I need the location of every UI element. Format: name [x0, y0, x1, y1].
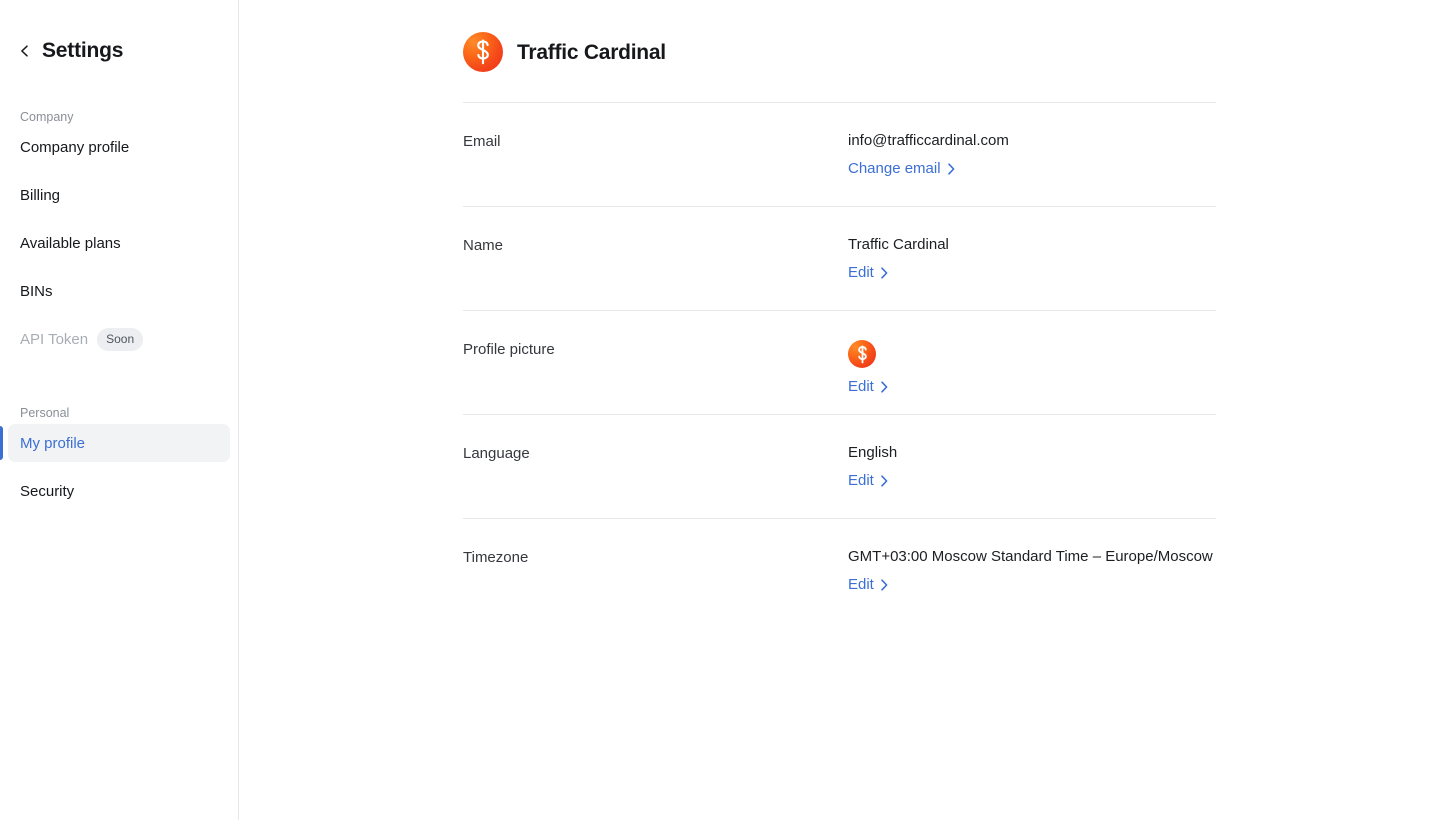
chevron-right-icon: [947, 163, 954, 175]
profile-row-email: Email info@trafficcardinal.com Change em…: [463, 102, 1216, 206]
sidebar-item-label: API Token: [20, 330, 89, 348]
row-label: Timezone: [463, 549, 529, 566]
settings-app: Settings Company Company profile Billing…: [0, 0, 1440, 820]
row-label: Name: [463, 237, 504, 254]
row-label: Language: [463, 445, 530, 462]
main-content: Traffic Cardinal Email info@trafficcardi…: [239, 0, 1440, 820]
edit-timezone-link[interactable]: Edit: [848, 576, 889, 594]
page-title-settings: Settings: [42, 38, 124, 62]
row-label: Profile picture: [463, 341, 555, 358]
profile-settings-list: Email info@trafficcardinal.com Change em…: [463, 102, 1216, 622]
sidebar-item-label: Company profile: [20, 138, 130, 156]
sidebar-item-security[interactable]: Security: [8, 472, 230, 510]
change-email-link[interactable]: Change email: [848, 160, 956, 178]
sidebar-item-label: Security: [20, 482, 75, 500]
sidebar-item-label: My profile: [20, 434, 86, 452]
sidebar-section-company: Company Company profile Billing Availabl…: [0, 106, 238, 358]
sidebar-item-label: BINs: [20, 282, 53, 300]
sidebar-item-label: Billing: [20, 186, 61, 204]
page-title-account: Traffic Cardinal: [517, 40, 666, 64]
sidebar-item-company-profile[interactable]: Company profile: [8, 128, 230, 166]
chevron-right-icon: [881, 381, 888, 393]
language-value: English: [848, 444, 898, 461]
profile-row-name: Name Traffic Cardinal Edit: [463, 206, 1216, 310]
traffic-cardinal-logo-icon: [463, 32, 503, 72]
row-value: GMT+03:00 Moscow Standard Time – Europe/…: [848, 548, 1216, 594]
edit-picture-label: Edit: [848, 378, 874, 395]
chevron-right-icon: [881, 475, 888, 487]
profile-row-language: Language English Edit: [463, 414, 1216, 518]
row-value: info@trafficcardinal.com Change email: [848, 132, 1216, 178]
sidebar-item-available-plans[interactable]: Available plans: [8, 224, 230, 262]
sidebar-item-billing[interactable]: Billing: [8, 176, 230, 214]
section-label-personal: Personal: [20, 406, 70, 420]
row-value: English Edit: [848, 444, 1216, 490]
edit-timezone-label: Edit: [848, 576, 874, 593]
edit-name-label: Edit: [848, 264, 874, 281]
status-badge-soon: Soon: [97, 327, 144, 351]
email-value: info@trafficcardinal.com: [848, 132, 1009, 149]
edit-name-link[interactable]: Edit: [848, 264, 889, 282]
avatar: [848, 340, 876, 368]
edit-picture-link[interactable]: Edit: [848, 378, 889, 396]
chevron-right-icon: [881, 267, 888, 279]
timezone-value: GMT+03:00 Moscow Standard Time – Europe/…: [848, 548, 1213, 565]
chevron-left-icon[interactable]: [18, 44, 32, 58]
profile-header: Traffic Cardinal: [463, 31, 1440, 73]
settings-sidebar: Settings Company Company profile Billing…: [0, 0, 239, 820]
edit-language-link[interactable]: Edit: [848, 472, 889, 490]
row-value: Traffic Cardinal Edit: [848, 236, 1216, 282]
sidebar-header: Settings: [0, 0, 238, 64]
profile-row-timezone: Timezone GMT+03:00 Moscow Standard Time …: [463, 518, 1216, 622]
sidebar-section-personal: Personal My profile Security: [0, 402, 238, 510]
name-value: Traffic Cardinal: [848, 236, 949, 253]
edit-language-label: Edit: [848, 472, 874, 489]
profile-row-picture: Profile picture Edit: [463, 310, 1216, 414]
change-email-label: Change email: [848, 160, 941, 177]
sidebar-item-api-token: API Token Soon: [8, 320, 230, 358]
chevron-right-icon: [881, 579, 888, 591]
section-label-company: Company: [20, 110, 74, 124]
sidebar-item-bins[interactable]: BINs: [8, 272, 230, 310]
sidebar-item-my-profile[interactable]: My profile: [0, 424, 230, 462]
row-value: Edit: [848, 340, 1216, 396]
row-label: Email: [463, 133, 501, 150]
sidebar-item-label: Available plans: [20, 234, 121, 252]
